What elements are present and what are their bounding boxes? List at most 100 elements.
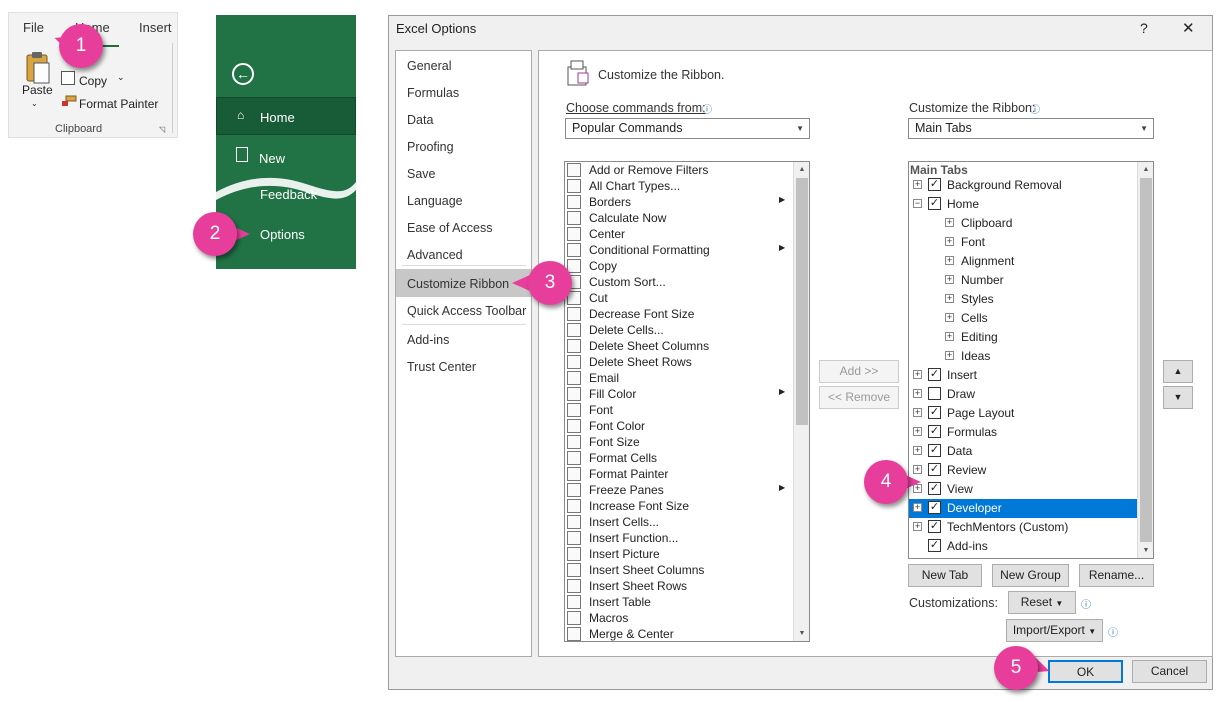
expand-icon[interactable]: + xyxy=(913,370,922,379)
import-export-button[interactable]: Import/Export ▼ xyxy=(1006,619,1103,642)
command-item[interactable]: Calculate Now xyxy=(565,210,795,226)
command-item[interactable]: Custom Sort... xyxy=(565,274,795,290)
tree-item[interactable]: + ✓ Review xyxy=(909,461,1137,480)
checkbox[interactable]: ✓ xyxy=(928,197,941,210)
command-item[interactable]: Font Size xyxy=(565,434,795,450)
checkbox[interactable]: ✓ xyxy=(928,178,941,191)
tree-item[interactable]: + ✓ Background Removal xyxy=(909,176,1137,195)
tree-item[interactable]: + Draw xyxy=(909,385,1137,404)
checkbox[interactable]: ✓ xyxy=(928,539,941,552)
nav-data[interactable]: Data xyxy=(407,113,433,127)
expand-icon[interactable]: + xyxy=(945,218,954,227)
tree-item[interactable]: + ✓ Page Layout xyxy=(909,404,1137,423)
close-button[interactable]: ✕ xyxy=(1182,19,1195,37)
checkbox[interactable] xyxy=(928,387,941,400)
nav-add-ins[interactable]: Add-ins xyxy=(407,333,449,347)
paste-button[interactable]: Paste xyxy=(22,83,53,97)
nav-ease-of-access[interactable]: Ease of Access xyxy=(407,221,492,235)
command-item[interactable]: Email xyxy=(565,370,795,386)
paste-dropdown-icon[interactable]: ⌄ xyxy=(31,99,38,108)
expand-icon[interactable]: − xyxy=(913,199,922,208)
expand-icon[interactable]: + xyxy=(945,256,954,265)
add-button[interactable]: Add >> xyxy=(819,360,899,383)
scroll-up-icon[interactable]: ▲ xyxy=(1138,162,1153,177)
command-item[interactable]: Format Painter xyxy=(565,466,795,482)
scroll-thumb[interactable] xyxy=(796,178,808,425)
expand-icon[interactable]: + xyxy=(945,237,954,246)
command-item[interactable]: Cut xyxy=(565,290,795,306)
tree-item[interactable]: − ✓ Home xyxy=(909,195,1137,214)
tree-item[interactable]: + Cells xyxy=(909,309,1137,328)
backstage-feedback[interactable]: Feedback xyxy=(260,187,317,202)
tab-insert[interactable]: Insert xyxy=(139,20,172,35)
nav-customize-ribbon[interactable]: Customize Ribbon xyxy=(407,277,509,291)
tree-item[interactable]: + ✓ Data xyxy=(909,442,1137,461)
command-item[interactable]: All Chart Types... xyxy=(565,178,795,194)
tree-item[interactable]: + Alignment xyxy=(909,252,1137,271)
commands-list[interactable]: Add or Remove Filters All Chart Types... B… xyxy=(564,161,810,642)
nav-save[interactable]: Save xyxy=(407,167,436,181)
command-item[interactable]: Delete Sheet Rows xyxy=(565,354,795,370)
expand-icon[interactable]: + xyxy=(945,351,954,360)
backstage-options[interactable]: Options xyxy=(260,227,305,242)
copy-button[interactable]: Copy xyxy=(79,74,107,88)
command-item[interactable]: Fill Color ▶ xyxy=(565,386,795,402)
back-arrow-icon[interactable]: ← xyxy=(232,63,254,85)
expand-icon[interactable]: + xyxy=(913,503,922,512)
command-item[interactable]: Freeze Panes ▶ xyxy=(565,482,795,498)
format-painter-button[interactable]: Format Painter xyxy=(79,97,158,111)
rename-button[interactable]: Rename... xyxy=(1079,564,1154,587)
nav-advanced[interactable]: Advanced xyxy=(407,248,463,262)
checkbox[interactable]: ✓ xyxy=(928,368,941,381)
nav-proofing[interactable]: Proofing xyxy=(407,140,454,154)
checkbox[interactable]: ✓ xyxy=(928,425,941,438)
expand-icon[interactable]: + xyxy=(913,446,922,455)
tree-item[interactable]: +✓Help xyxy=(909,556,1137,558)
copy-dropdown-icon[interactable]: ⌄ xyxy=(117,72,125,83)
new-tab-button[interactable]: New Tab xyxy=(908,564,982,587)
backstage-home[interactable]: ⌂ Home xyxy=(216,97,356,135)
expand-icon[interactable]: + xyxy=(913,465,922,474)
command-item[interactable]: Font xyxy=(565,402,795,418)
move-down-button[interactable]: ▼ xyxy=(1163,386,1193,409)
command-item[interactable]: Decrease Font Size xyxy=(565,306,795,322)
command-item[interactable]: Insert Cells... xyxy=(565,514,795,530)
cancel-button[interactable]: Cancel xyxy=(1132,660,1207,683)
checkbox[interactable]: ✓ xyxy=(928,482,941,495)
expand-icon[interactable]: + xyxy=(913,180,922,189)
command-item[interactable]: Add or Remove Filters xyxy=(565,162,795,178)
nav-trust-center[interactable]: Trust Center xyxy=(407,360,476,374)
command-item[interactable]: Delete Sheet Columns xyxy=(565,338,795,354)
tab-file[interactable]: File xyxy=(23,20,44,35)
ribbon-tabs-tree[interactable]: Main Tabs + ✓ Background Removal − ✓ Home + Cli… xyxy=(908,161,1154,559)
dialog-launcher-icon[interactable]: ◹ xyxy=(159,125,165,134)
command-item[interactable]: Merge & Center xyxy=(565,626,795,641)
command-item[interactable]: Borders ▶ xyxy=(565,194,795,210)
expand-icon[interactable]: + xyxy=(945,332,954,341)
command-item[interactable]: Insert Sheet Columns xyxy=(565,562,795,578)
expand-icon[interactable]: + xyxy=(913,408,922,417)
expand-icon[interactable]: + xyxy=(945,313,954,322)
checkbox[interactable]: ✓ xyxy=(928,463,941,476)
tree-item[interactable]: + Font xyxy=(909,233,1137,252)
paste-icon[interactable] xyxy=(25,51,51,85)
remove-button[interactable]: << Remove xyxy=(819,386,899,409)
move-up-button[interactable]: ▲ xyxy=(1163,360,1193,383)
command-item[interactable]: Conditional Formatting ▶ xyxy=(565,242,795,258)
command-item[interactable]: Insert Picture xyxy=(565,546,795,562)
tree-scrollbar[interactable]: ▲ ▼ xyxy=(1137,162,1153,558)
scroll-down-icon[interactable]: ▼ xyxy=(794,626,809,641)
command-item[interactable]: Insert Table xyxy=(565,594,795,610)
tree-item[interactable]: + ✓ Formulas xyxy=(909,423,1137,442)
customize-ribbon-select[interactable]: Main Tabs ▼ xyxy=(908,118,1154,139)
command-item[interactable]: Insert Sheet Rows xyxy=(565,578,795,594)
scroll-up-icon[interactable]: ▲ xyxy=(794,162,809,177)
tree-item[interactable]: + Editing xyxy=(909,328,1137,347)
checkbox[interactable]: ✓ xyxy=(928,444,941,457)
nav-formulas[interactable]: Formulas xyxy=(407,86,459,100)
scroll-down-icon[interactable]: ▼ xyxy=(1138,543,1153,558)
tree-item[interactable]: ✓ Add-ins xyxy=(909,537,1137,556)
command-item[interactable]: Format Cells xyxy=(565,450,795,466)
command-item[interactable]: Font Color xyxy=(565,418,795,434)
ok-button[interactable]: OK xyxy=(1048,660,1123,683)
